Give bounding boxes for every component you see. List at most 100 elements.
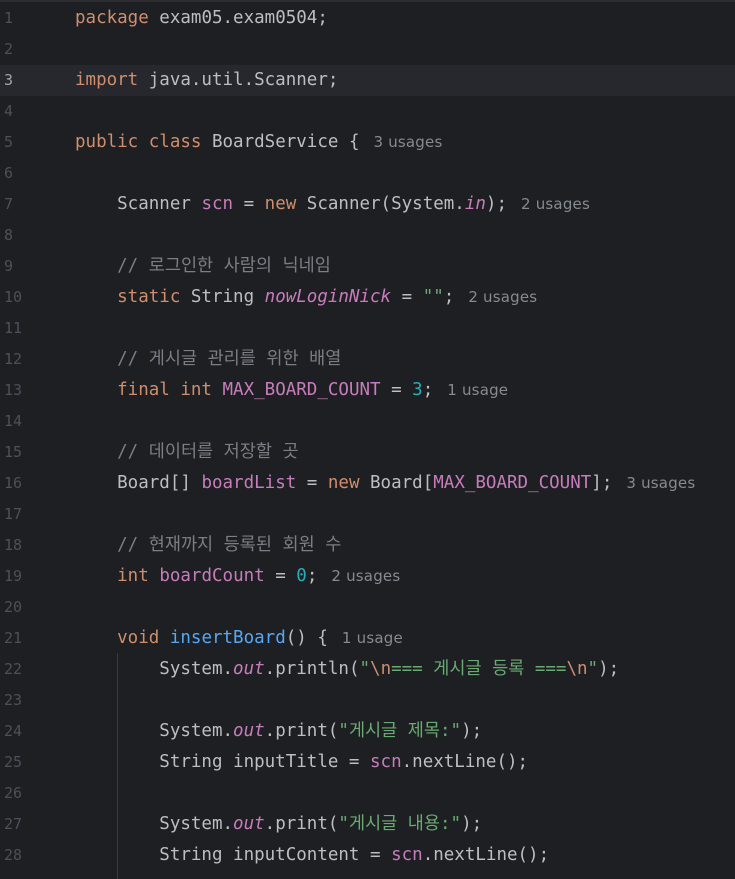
line-number[interactable]: 6: [0, 158, 34, 189]
line-number[interactable]: 20: [0, 592, 34, 623]
line-number[interactable]: 28: [0, 840, 34, 871]
code-line[interactable]: 5 public class BoardService { 3 usages: [0, 127, 735, 158]
code-text[interactable]: System.out.println("\n=== 게시글 등록 ===\n")…: [75, 654, 619, 685]
code-line[interactable]: 25 String inputTitle = scn.nextLine();: [0, 747, 735, 778]
code-text[interactable]: // 현재까지 등록된 회원 수: [75, 530, 341, 561]
line-number[interactable]: 1: [0, 3, 34, 34]
code-text[interactable]: final int MAX_BOARD_COUNT = 3; 1 usage: [75, 375, 508, 406]
code-token: () {: [285, 628, 328, 648]
code-line[interactable]: 12 // 게시글 관리를 위한 배열: [0, 344, 735, 375]
code-token: ;: [306, 566, 318, 586]
code-token: MAX_BOARD_COUNT: [222, 380, 381, 400]
line-number[interactable]: 3: [0, 65, 34, 96]
code-token: ];: [591, 473, 613, 493]
line-number[interactable]: 12: [0, 344, 34, 375]
code-line[interactable]: 23: [0, 685, 735, 716]
code-text[interactable]: // 데이터를 저장할 곳: [75, 437, 299, 468]
code-token: === 게시글 등록 ===: [391, 659, 567, 679]
code-text[interactable]: System.out.print("게시글 제목:");: [75, 716, 482, 747]
code-text[interactable]: System.out.print("게시글 내용:");: [75, 809, 482, 840]
line-number[interactable]: 26: [0, 778, 34, 809]
line-number[interactable]: 5: [0, 127, 34, 158]
code-token: static: [75, 287, 181, 307]
code-line[interactable]: 27 System.out.print("게시글 내용:");: [0, 809, 735, 840]
code-line[interactable]: 2: [0, 34, 735, 65]
code-text[interactable]: Scanner scn = new Scanner(System.in); 2 u…: [75, 189, 590, 220]
code-line[interactable]: 22 System.out.println("\n=== 게시글 등록 ===\…: [0, 654, 735, 685]
code-line[interactable]: 15 // 데이터를 저장할 곳: [0, 437, 735, 468]
code-line[interactable]: 8: [0, 220, 735, 251]
line-number[interactable]: 14: [0, 406, 34, 437]
code-token: .print(: [264, 721, 339, 741]
code-line[interactable]: 24 System.out.print("게시글 제목:");: [0, 716, 735, 747]
code-text[interactable]: void insertBoard() {1 usage: [75, 623, 403, 654]
code-token: Board[]: [75, 473, 202, 493]
line-number[interactable]: 16: [0, 468, 34, 499]
usages-hint[interactable]: 3 usages: [626, 474, 695, 492]
line-number[interactable]: 8: [0, 220, 34, 251]
line-number[interactable]: 10: [0, 282, 34, 313]
line-number[interactable]: 4: [0, 96, 34, 127]
code-comment: // 현재까지 등록된 회원 수: [75, 535, 342, 555]
usages-hint[interactable]: 2 usages: [468, 288, 537, 306]
code-line[interactable]: 1 package exam05.exam0504;: [0, 3, 735, 34]
code-token: out: [233, 659, 265, 679]
line-number[interactable]: 21: [0, 623, 34, 654]
code-text[interactable]: // 로그인한 사람의 닉네임: [75, 251, 331, 282]
code-text[interactable]: package exam05.exam0504;: [75, 3, 328, 34]
code-editor[interactable]: 1 package exam05.exam0504; 2 3 import java.u…: [0, 0, 735, 879]
code-line[interactable]: 7 Scanner scn = new Scanner(System.in); 2…: [0, 189, 735, 220]
line-number[interactable]: 23: [0, 685, 34, 716]
code-token: public class: [75, 132, 202, 152]
code-line[interactable]: 11: [0, 313, 735, 344]
usages-hint[interactable]: 1 usage: [447, 381, 508, 399]
line-number[interactable]: 2: [0, 34, 34, 65]
code-line[interactable]: 17: [0, 499, 735, 530]
code-line[interactable]: 21 void insertBoard() {1 usage: [0, 623, 735, 654]
code-text[interactable]: // 게시글 관리를 위한 배열: [75, 344, 341, 375]
code-text[interactable]: public class BoardService { 3 usages: [75, 127, 442, 158]
code-token: 3: [412, 380, 423, 400]
usages-hint[interactable]: 1 usage: [342, 629, 403, 647]
line-number[interactable]: 25: [0, 747, 34, 778]
code-line[interactable]: 16 Board[] boardList = new Board[MAX_BOA…: [0, 468, 735, 499]
code-line[interactable]: 3 import java.util.Scanner;: [0, 65, 735, 96]
line-number[interactable]: 15: [0, 437, 34, 468]
line-number[interactable]: 18: [0, 530, 34, 561]
code-comment: // 데이터를 저장할 곳: [75, 442, 299, 462]
code-line[interactable]: 13 final int MAX_BOARD_COUNT = 3; 1 usage: [0, 375, 735, 406]
line-number[interactable]: 9: [0, 251, 34, 282]
code-line[interactable]: 9 // 로그인한 사람의 닉네임: [0, 251, 735, 282]
line-number[interactable]: 13: [0, 375, 34, 406]
line-number[interactable]: 19: [0, 561, 34, 592]
code-line[interactable]: 28 String inputContent = scn.nextLine();: [0, 840, 735, 871]
line-number[interactable]: 27: [0, 809, 34, 840]
code-line[interactable]: 20: [0, 592, 735, 623]
code-line[interactable]: 4: [0, 96, 735, 127]
line-number[interactable]: 7: [0, 189, 34, 220]
code-token: =: [391, 287, 423, 307]
usages-hint[interactable]: 3 usages: [373, 133, 442, 151]
code-text[interactable]: String inputContent = scn.nextLine();: [75, 840, 549, 871]
code-token: new: [264, 194, 297, 214]
code-line[interactable]: 19 int boardCount = 0; 2 usages: [0, 561, 735, 592]
code-token: BoardService {: [201, 132, 360, 152]
usages-hint[interactable]: 2 usages: [521, 195, 590, 213]
code-text[interactable]: import java.util.Scanner;: [75, 65, 338, 96]
line-number[interactable]: 24: [0, 716, 34, 747]
line-number[interactable]: 22: [0, 654, 34, 685]
code-line[interactable]: 26: [0, 778, 735, 809]
usages-hint[interactable]: 2 usages: [331, 567, 400, 585]
code-line[interactable]: 6: [0, 158, 735, 189]
code-line[interactable]: 14: [0, 406, 735, 437]
code-text[interactable]: String inputTitle = scn.nextLine();: [75, 747, 528, 778]
code-token: void: [75, 628, 160, 648]
code-text[interactable]: int boardCount = 0; 2 usages: [75, 561, 400, 592]
code-text[interactable]: Board[] boardList = new Board[MAX_BOARD_…: [75, 468, 695, 499]
line-number[interactable]: 11: [0, 313, 34, 344]
code-line[interactable]: 10 static String nowLoginNick = ""; 2 usa…: [0, 282, 735, 313]
line-number[interactable]: 17: [0, 499, 34, 530]
code-text[interactable]: static String nowLoginNick = ""; 2 usages: [75, 282, 537, 313]
code-line[interactable]: 18 // 현재까지 등록된 회원 수: [0, 530, 735, 561]
